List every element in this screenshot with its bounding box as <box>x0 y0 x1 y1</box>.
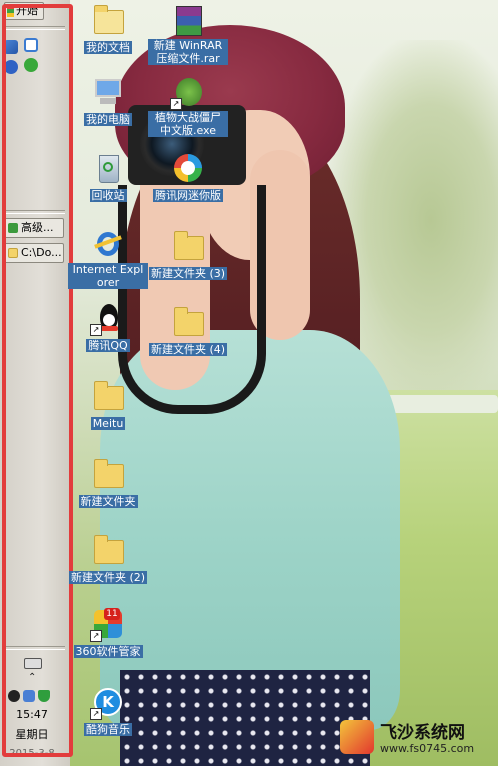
folder-window-icon <box>8 248 18 258</box>
desktop-icon-meitu[interactable]: Meitu <box>68 380 148 431</box>
shortcut-arrow-icon: ↗ <box>170 98 182 110</box>
weekday: 星期日 <box>15 728 49 741</box>
desktop-icon-new-folder-2[interactable]: 新建文件夹 (2) <box>68 534 148 585</box>
taskbar: 开始 高级... C:\Do... ⌃ 15:47 星期日 2015-3-8 <box>0 0 70 766</box>
site-watermark: 飞沙系统网 www.fs0745.com <box>340 716 496 762</box>
network-tray-icon[interactable] <box>23 690 35 702</box>
recycle-bin-icon <box>92 152 124 184</box>
my-computer-icon <box>92 76 124 108</box>
icon-label: 新建文件夹 (3) <box>148 267 228 280</box>
kugou-music-icon: K ↗ <box>90 686 124 720</box>
icon-label: 新建文件夹 (4) <box>148 343 228 356</box>
desktop-icon-winrar[interactable]: 新建 WinRAR 压缩文件.rar <box>148 4 228 66</box>
tencent-news-icon <box>172 152 204 184</box>
desktop-icon-new-folder-3[interactable]: 新建文件夹 (3) <box>148 230 228 281</box>
icon-label: 我的电脑 <box>84 113 132 126</box>
desktop-icon-360-software[interactable]: 11 ↗ 360软件管家 <box>68 608 148 659</box>
start-button-label: 开始 <box>16 4 38 17</box>
update-count-badge: 11 <box>104 608 120 620</box>
clock[interactable]: 15:47 <box>0 708 64 721</box>
folder-icon <box>92 534 124 566</box>
icon-label: Internet Explorer <box>68 263 148 289</box>
folder-icon <box>172 306 204 338</box>
icon-label: 新建文件夹 (2) <box>68 571 148 584</box>
wallpaper-skirt <box>120 670 370 766</box>
desktop-icon-tencent-qq[interactable]: ↗ 腾讯QQ <box>68 302 148 353</box>
ie-quicklaunch-icon[interactable] <box>24 38 38 52</box>
desktop-icon-pvz[interactable]: ↗ 植物大战僵尸中文版.exe <box>148 76 228 138</box>
shortcut-arrow-icon: ↗ <box>90 324 102 336</box>
icon-label: 腾讯QQ <box>86 339 130 352</box>
taskbar-separator <box>3 26 65 30</box>
icon-label: 我的文档 <box>84 41 132 54</box>
desktop-icon-tencent-mini[interactable]: 腾讯网迷你版 <box>148 152 228 203</box>
security-shield-icon[interactable] <box>38 690 50 702</box>
desktop-icon-internet-explorer[interactable]: Internet Explorer <box>68 228 148 290</box>
windows-flag-icon <box>7 5 14 17</box>
system-tray <box>8 688 60 704</box>
internet-explorer-icon <box>92 228 124 260</box>
my-documents-icon <box>92 4 124 36</box>
plants-vs-zombies-icon: ↗ <box>170 76 204 110</box>
watermark-url: www.fs0745.com <box>380 742 475 755</box>
folder-icon <box>92 380 124 412</box>
start-button[interactable]: 开始 <box>4 2 44 20</box>
media-player-icon[interactable] <box>4 60 18 74</box>
taskbar-separator <box>3 210 65 214</box>
icon-label: 回收站 <box>89 189 127 202</box>
task-button-label: 高级... <box>21 221 54 234</box>
taskbar-separator <box>3 646 65 650</box>
icon-label: 360软件管家 <box>73 645 143 658</box>
desktop-icon-my-computer[interactable]: 我的电脑 <box>68 76 148 127</box>
show-desktop-icon[interactable] <box>4 40 18 54</box>
icon-label: 腾讯网迷你版 <box>153 189 223 202</box>
shortcut-arrow-icon: ↗ <box>90 708 102 720</box>
tray-expand-icon[interactable]: ⌃ <box>28 672 36 683</box>
shortcut-arrow-icon: ↗ <box>90 630 102 642</box>
icon-label: 植物大战僵尸中文版.exe <box>148 111 228 137</box>
settings-window-icon <box>8 223 18 233</box>
task-button-folder[interactable]: C:\Do... <box>4 243 64 263</box>
winrar-archive-icon <box>172 4 204 36</box>
date: 2015-3-8 <box>9 748 55 759</box>
icon-label: Meitu <box>90 417 126 430</box>
icon-label: 酷狗音乐 <box>84 723 132 736</box>
360-software-manager-icon: 11 ↗ <box>90 608 124 642</box>
desktop-icon-kugou-music[interactable]: K ↗ 酷狗音乐 <box>68 686 148 737</box>
qq-tray-icon[interactable] <box>8 690 20 702</box>
browser-quicklaunch-icon[interactable] <box>24 58 38 72</box>
desktop-icon-new-folder-4[interactable]: 新建文件夹 (4) <box>148 306 228 357</box>
folder-icon <box>92 458 124 490</box>
task-button-advanced[interactable]: 高级... <box>4 218 64 238</box>
site-logo-icon <box>340 720 374 754</box>
icon-label: 新建 WinRAR 压缩文件.rar <box>148 39 228 65</box>
desktop-icon-my-documents[interactable]: 我的文档 <box>68 4 148 55</box>
folder-icon <box>172 230 204 262</box>
task-button-label: C:\Do... <box>21 246 62 259</box>
keyboard-icon[interactable] <box>24 658 42 669</box>
icon-label: 新建文件夹 <box>78 495 138 508</box>
desktop-icon-recycle-bin[interactable]: 回收站 <box>68 152 148 203</box>
qq-penguin-icon: ↗ <box>90 302 124 336</box>
watermark-title: 飞沙系统网 <box>380 723 465 743</box>
desktop-icon-new-folder[interactable]: 新建文件夹 <box>68 458 148 509</box>
